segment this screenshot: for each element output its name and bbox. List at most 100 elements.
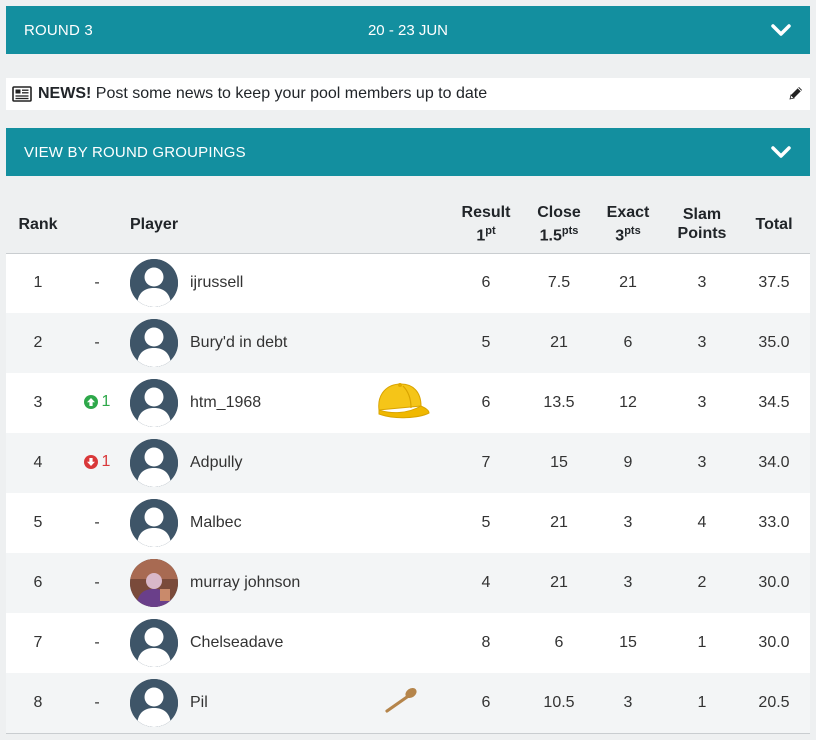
table-row[interactable]: 7 - Chelseadave 8 6 15 1 30.0 xyxy=(6,613,810,673)
movement-cell: - xyxy=(70,493,124,553)
badge-cell xyxy=(360,433,444,493)
avatar[interactable] xyxy=(130,439,178,487)
header-exact-pts: 3 xyxy=(615,227,625,245)
rank-up-indicator: 1 xyxy=(83,393,110,411)
result-cell: 6 xyxy=(444,673,528,734)
close-cell: 21 xyxy=(528,313,590,373)
avatar[interactable] xyxy=(130,379,178,427)
header-rank[interactable]: Rank xyxy=(6,196,70,254)
result-cell: 7 xyxy=(444,433,528,493)
table-row[interactable]: 1 - ijrussell 6 7.5 21 3 37.5 xyxy=(6,253,810,313)
header-slam-label: Slam xyxy=(682,206,722,224)
player-cell[interactable]: Malbec xyxy=(124,493,360,553)
table-row[interactable]: 8 - Pil 6 10.5 3 1 20.5 xyxy=(6,673,810,734)
avatar[interactable] xyxy=(130,678,178,727)
player-name[interactable]: Bury'd in debt xyxy=(190,334,287,352)
round-header-bar[interactable]: ROUND 3 20 - 23 JUN xyxy=(6,6,810,54)
header-total[interactable]: Total xyxy=(738,196,810,254)
header-exact-unit: pts xyxy=(624,225,641,238)
exact-cell: 21 xyxy=(590,253,666,313)
avatar[interactable] xyxy=(130,619,178,667)
result-cell: 5 xyxy=(444,493,528,553)
total-cell: 37.5 xyxy=(738,253,810,313)
round-groupings-bar[interactable]: VIEW BY ROUND GROUPINGS xyxy=(6,128,810,176)
movement-cell: - xyxy=(70,553,124,613)
player-cell[interactable]: murray johnson xyxy=(124,553,360,613)
player-info[interactable]: murray johnson xyxy=(124,559,360,607)
slam-cell: 3 xyxy=(666,373,738,433)
news-text: NEWS! Post some news to keep your pool m… xyxy=(38,85,487,103)
header-badge xyxy=(360,196,444,254)
badge-cell xyxy=(360,313,444,373)
header-exact[interactable]: Exact 3pts xyxy=(590,196,666,254)
table-row[interactable]: 2 - Bury'd in debt 5 21 6 3 35.0 xyxy=(6,313,810,373)
wooden-spoon-icon xyxy=(385,688,417,713)
slam-cell: 2 xyxy=(666,553,738,613)
pencil-icon[interactable] xyxy=(788,85,804,101)
player-cell[interactable]: Bury'd in debt xyxy=(124,313,360,373)
movement-cell: - xyxy=(70,313,124,373)
player-cell[interactable]: Adpully xyxy=(124,433,360,493)
user-silhouette-icon xyxy=(130,678,178,727)
player-cell[interactable]: Pil xyxy=(124,673,360,734)
player-info[interactable]: Pil xyxy=(124,678,360,727)
player-name[interactable]: Chelseadave xyxy=(190,634,283,652)
table-row[interactable]: 5 - Malbec 5 21 3 4 33.0 xyxy=(6,493,810,553)
player-cell[interactable]: Chelseadave xyxy=(124,613,360,673)
player-info[interactable]: Chelseadave xyxy=(124,619,360,667)
exact-cell: 6 xyxy=(590,313,666,373)
player-name[interactable]: Adpully xyxy=(190,454,242,472)
chevron-down-icon[interactable] xyxy=(770,20,792,40)
player-info[interactable]: ijrussell xyxy=(124,259,360,308)
exact-cell: 9 xyxy=(590,433,666,493)
exact-cell: 15 xyxy=(590,613,666,673)
header-close[interactable]: Close 1.5pts xyxy=(528,196,590,254)
player-info[interactable]: Bury'd in debt xyxy=(124,319,360,367)
header-close-unit: pts xyxy=(561,225,579,238)
close-cell: 6 xyxy=(528,613,590,673)
table-row[interactable]: 4 1 Adpully 7 15 9 3 34.0 xyxy=(6,433,810,493)
avatar[interactable] xyxy=(130,259,178,308)
groupings-label: VIEW BY ROUND GROUPINGS xyxy=(24,143,246,161)
player-cell[interactable]: ijrussell xyxy=(124,253,360,313)
badge-cell xyxy=(360,673,444,734)
player-info[interactable]: Malbec xyxy=(124,499,360,547)
user-silhouette-icon xyxy=(130,259,178,308)
avatar[interactable] xyxy=(130,499,178,547)
slam-cell: 3 xyxy=(666,313,738,373)
round-dates: 20 - 23 JUN xyxy=(367,21,449,39)
close-cell: 13.5 xyxy=(528,373,590,433)
slam-cell: 3 xyxy=(666,253,738,313)
player-name[interactable]: Malbec xyxy=(190,514,242,532)
result-cell: 4 xyxy=(444,553,528,613)
close-cell: 10.5 xyxy=(528,673,590,734)
slam-cell: 3 xyxy=(666,433,738,493)
badge-cell xyxy=(360,613,444,673)
header-result[interactable]: Result 1pt xyxy=(444,196,528,254)
badge-cell xyxy=(360,493,444,553)
header-result-unit: pt xyxy=(485,225,496,238)
arrow-down-circle-icon xyxy=(83,454,98,469)
player-name[interactable]: htm_1968 xyxy=(190,394,261,412)
total-cell: 34.5 xyxy=(738,373,810,433)
header-slam[interactable]: Slam Points xyxy=(666,196,738,254)
table-row[interactable]: 3 1 htm_1968 6 13.5 12 3 34.5 xyxy=(6,373,810,433)
newspaper-icon xyxy=(12,86,32,102)
player-cell[interactable]: htm_1968 xyxy=(124,373,360,433)
total-cell: 30.0 xyxy=(738,613,810,673)
player-name[interactable]: Pil xyxy=(190,694,208,712)
header-player[interactable]: Player xyxy=(124,196,360,254)
player-name[interactable]: ijrussell xyxy=(190,274,243,292)
arrow-up-circle-icon xyxy=(83,394,98,409)
table-row[interactable]: 6 - murray johnson 4 21 3 2 30.0 xyxy=(6,553,810,613)
movement-cell: 1 xyxy=(70,373,124,433)
player-info[interactable]: Adpully xyxy=(124,439,360,487)
result-cell: 8 xyxy=(444,613,528,673)
chevron-down-icon[interactable] xyxy=(770,142,792,162)
badge-cell xyxy=(360,553,444,613)
player-info[interactable]: htm_1968 xyxy=(124,379,360,427)
avatar[interactable] xyxy=(130,559,178,607)
avatar[interactable] xyxy=(130,319,178,367)
rank-cell: 2 xyxy=(6,313,70,373)
player-name[interactable]: murray johnson xyxy=(190,574,300,592)
